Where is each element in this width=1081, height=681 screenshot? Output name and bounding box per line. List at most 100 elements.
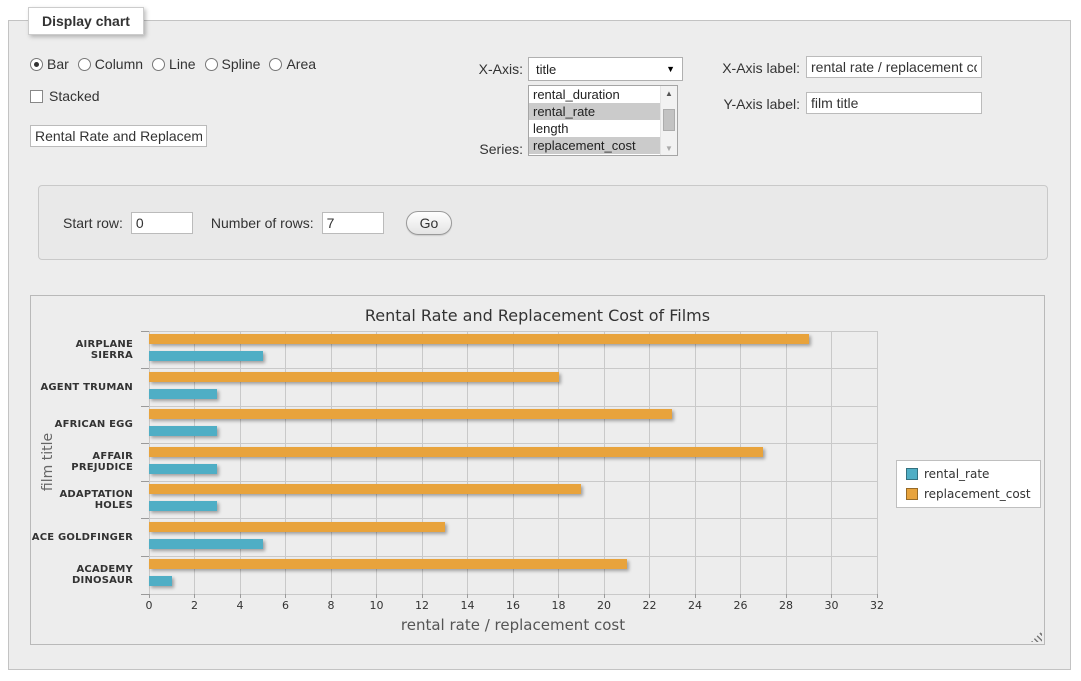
x-axis-select[interactable]: title ▼ (528, 57, 683, 81)
x-axis-label-input[interactable] (806, 56, 982, 78)
legend-item-replacement_cost[interactable]: replacement_cost (906, 487, 1031, 501)
bar-rental_rate[interactable] (149, 389, 217, 399)
gridline (285, 331, 286, 594)
legend-swatch (906, 488, 918, 500)
chart-type-option-spline[interactable]: Spline (205, 56, 261, 72)
chart-type-option-label: Spline (222, 56, 261, 72)
gridline (149, 518, 877, 519)
radio-icon (205, 58, 218, 71)
y-tick-mark (141, 406, 149, 407)
gridline (695, 331, 696, 594)
chart-type-options: Bar Column Line Spline Area (30, 56, 316, 72)
y-tick-mark (141, 368, 149, 369)
bar-rental_rate[interactable] (149, 501, 217, 511)
x-tick-label: 18 (539, 599, 579, 612)
series-option-length[interactable]: length (529, 120, 660, 137)
bar-rental_rate[interactable] (149, 464, 217, 474)
y-axis-label-input[interactable] (806, 92, 982, 114)
plot-area (149, 331, 877, 594)
bar-replacement_cost[interactable] (149, 409, 672, 419)
x-tick-label: 4 (220, 599, 260, 612)
row-controls: Start row: Number of rows: Go (63, 211, 452, 235)
legend-item-rental_rate[interactable]: rental_rate (906, 467, 1031, 481)
bar-replacement_cost[interactable] (149, 484, 581, 494)
series-scrollbar[interactable]: ▲ ▼ (660, 86, 677, 155)
bar-replacement_cost[interactable] (149, 372, 559, 382)
legend-label: rental_rate (924, 467, 989, 481)
x-tick-label: 24 (675, 599, 715, 612)
scrollbar-thumb[interactable] (663, 109, 675, 131)
x-tick-mark (831, 594, 832, 598)
y-tick-mark (141, 518, 149, 519)
y-tick-mark (141, 556, 149, 557)
bar-rental_rate[interactable] (149, 426, 217, 436)
gridline (149, 368, 877, 369)
gridline (422, 331, 423, 594)
x-tick-label: 28 (766, 599, 806, 612)
radio-icon (30, 58, 43, 71)
category-label: AFRICAN EGG (31, 406, 133, 444)
gridline (331, 331, 332, 594)
bar-rental_rate[interactable] (149, 351, 263, 361)
number-of-rows-label: Number of rows: (211, 215, 314, 231)
scroll-up-icon[interactable]: ▲ (661, 86, 677, 100)
chart-title: Rental Rate and Replacement Cost of Film… (31, 306, 1044, 325)
legend-swatch (906, 468, 918, 480)
gridline (149, 556, 877, 557)
x-tick-mark (740, 594, 741, 598)
bar-replacement_cost[interactable] (149, 334, 809, 344)
x-tick-mark (331, 594, 332, 598)
x-tick-label: 14 (448, 599, 488, 612)
stacked-checkbox[interactable] (30, 90, 43, 103)
bar-rental_rate[interactable] (149, 576, 172, 586)
chart-type-option-label: Area (286, 56, 316, 72)
number-of-rows-input[interactable] (322, 212, 384, 234)
x-tick-label: 10 (357, 599, 397, 612)
bar-rental_rate[interactable] (149, 539, 263, 549)
chart-type-option-area[interactable]: Area (269, 56, 316, 72)
y-tick-mark (141, 594, 149, 595)
radio-icon (78, 58, 91, 71)
chart-type-option-column[interactable]: Column (78, 56, 143, 72)
category-label: AGENT TRUMAN (31, 369, 133, 407)
x-axis-label-label: X-Axis label: (712, 60, 800, 76)
chart-legend: rental_rate replacement_cost (896, 460, 1041, 508)
gridline (604, 331, 605, 594)
x-tick-mark (513, 594, 514, 598)
x-tick-mark (376, 594, 377, 598)
stacked-option[interactable]: Stacked (30, 88, 100, 104)
gridline (877, 331, 878, 594)
category-label: AFFAIR PREJUDICE (31, 444, 133, 482)
gridline (149, 481, 877, 482)
gridline (740, 331, 741, 594)
series-option-replacement_cost[interactable]: replacement_cost (529, 137, 660, 154)
series-listbox[interactable]: rental_durationrental_ratelengthreplacem… (528, 85, 678, 156)
gridline (513, 331, 514, 594)
legend-label: replacement_cost (924, 487, 1031, 501)
x-tick-label: 8 (311, 599, 351, 612)
chart-type-option-bar[interactable]: Bar (30, 56, 69, 72)
panel-title: Display chart (28, 7, 144, 35)
bar-replacement_cost[interactable] (149, 447, 763, 457)
x-tick-mark (604, 594, 605, 598)
gridline (149, 331, 877, 332)
series-option-rental_duration[interactable]: rental_duration (529, 86, 660, 103)
chart-title-input[interactable] (30, 125, 207, 147)
y-tick-mark (141, 481, 149, 482)
stacked-label: Stacked (49, 88, 100, 104)
chart-type-option-line[interactable]: Line (152, 56, 195, 72)
start-row-input[interactable] (131, 212, 193, 234)
x-tick-mark (285, 594, 286, 598)
x-axis-select-label: X-Axis: (428, 61, 523, 77)
scroll-down-icon[interactable]: ▼ (661, 141, 677, 155)
category-label: AIRPLANE SIERRA (31, 331, 133, 369)
go-button[interactable]: Go (406, 211, 453, 235)
bar-replacement_cost[interactable] (149, 559, 627, 569)
gridline (194, 331, 195, 594)
x-tick-mark (467, 594, 468, 598)
resize-grip-icon[interactable] (1031, 631, 1042, 642)
row-controls-panel: Start row: Number of rows: Go (38, 185, 1048, 260)
series-option-rental_rate[interactable]: rental_rate (529, 103, 660, 120)
bar-replacement_cost[interactable] (149, 522, 445, 532)
x-tick-mark (695, 594, 696, 598)
